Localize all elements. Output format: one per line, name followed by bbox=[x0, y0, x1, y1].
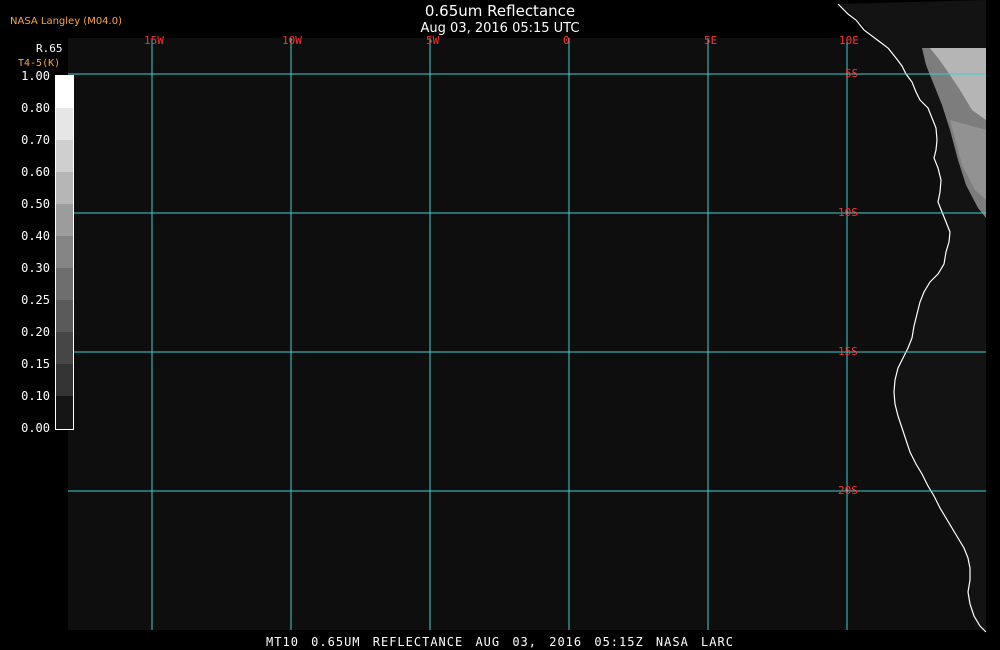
lat-label-10s: 10S bbox=[838, 206, 858, 219]
colorbar-segment bbox=[56, 140, 73, 172]
lat-label-15s: 15S bbox=[838, 345, 858, 358]
colorbar-tick: 0.20 bbox=[21, 325, 50, 339]
footer-caption: MT10 0.65UM REFLECTANCE AUG 03, 2016 05:… bbox=[266, 635, 734, 649]
graticule bbox=[68, 38, 986, 630]
colorbar-segment bbox=[56, 236, 73, 268]
colorbar-tick: 0.25 bbox=[21, 293, 50, 307]
colorbar-secondary-label: T4-5(K) bbox=[18, 58, 61, 69]
colorbar-segment bbox=[56, 204, 73, 236]
colorbar-tick: 0.15 bbox=[21, 357, 50, 371]
colorbar-tick: 0.00 bbox=[21, 421, 50, 435]
lat-label-5s: 5S bbox=[845, 67, 859, 80]
lon-label-5w: 5W bbox=[426, 34, 440, 47]
image-title: 0.65um Reflectance bbox=[424, 2, 576, 20]
lon-label-10w: 10W bbox=[282, 34, 302, 47]
colorbar-tick: 0.60 bbox=[21, 165, 50, 179]
colorbar bbox=[55, 75, 74, 430]
lon-label-0: 0 bbox=[563, 34, 570, 47]
colorbar-tick: 0.50 bbox=[21, 197, 50, 211]
colorbar-tick: 0.30 bbox=[21, 261, 50, 275]
colorbar-segment bbox=[56, 364, 73, 396]
colorbar-tick: 0.40 bbox=[21, 229, 50, 243]
lon-label-10e: 10E bbox=[839, 34, 859, 47]
colorbar-segment bbox=[56, 108, 73, 140]
colorbar-tick: 1.00 bbox=[21, 69, 50, 83]
colorbar-tick: 0.80 bbox=[21, 101, 50, 115]
lon-label-15w: 15W bbox=[144, 34, 164, 47]
lon-label-5e: 5E bbox=[704, 34, 718, 47]
map-overlay bbox=[68, 0, 987, 633]
colorbar-segment bbox=[56, 268, 73, 300]
producer-label: NASA Langley (M04.0) bbox=[10, 16, 122, 27]
colorbar-segment bbox=[56, 76, 73, 108]
colorbar-variable-label: R.65 bbox=[36, 42, 63, 55]
colorbar-tick: 0.10 bbox=[21, 389, 50, 403]
colorbar-segment bbox=[56, 332, 73, 364]
colorbar-segment bbox=[56, 172, 73, 204]
colorbar-tick: 0.70 bbox=[21, 133, 50, 147]
colorbar-segment bbox=[56, 300, 73, 332]
colorbar-segment bbox=[56, 396, 73, 429]
lat-label-20s: 20S bbox=[838, 484, 858, 497]
